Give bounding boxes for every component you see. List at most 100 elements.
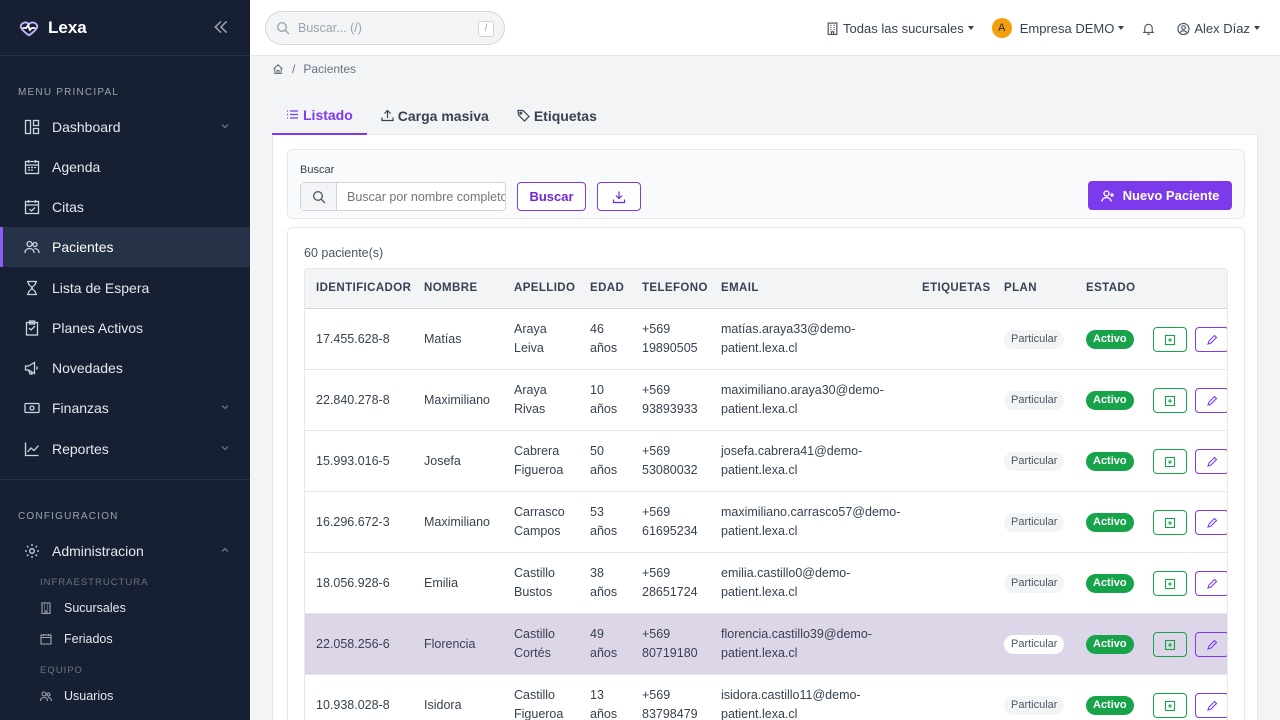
heart-pulse-logo-icon xyxy=(19,21,39,36)
cell-email: emilia.castillo0@demo-patient.lexa.cl xyxy=(721,564,850,602)
money-icon xyxy=(24,400,40,416)
apellido-1: Cabrera xyxy=(514,444,560,458)
table-row[interactable]: 17.455.628-8 Matías Araya Leiva 46 años +5… xyxy=(305,309,1227,370)
tag-icon xyxy=(517,109,530,122)
view-record-button[interactable] xyxy=(1153,510,1187,535)
sidebar-item-planes-activos[interactable]: Planes Activos xyxy=(0,308,250,348)
sidebar-item-lista-espera[interactable]: Lista de Espera xyxy=(0,268,250,308)
tab-listado[interactable]: Listado xyxy=(272,96,367,135)
cell-apellido: Castillo Bustos xyxy=(514,564,555,602)
status-badge: Activo xyxy=(1086,513,1134,532)
apellido-2: Cortés xyxy=(514,646,551,660)
tab-etiquetas[interactable]: Etiquetas xyxy=(503,96,611,135)
cell-id: 18.056.928-6 xyxy=(316,576,390,590)
edit-button[interactable] xyxy=(1195,632,1227,657)
sidebar-item-feriados[interactable]: Feriados xyxy=(40,632,113,646)
column-header[interactable]: ETIQUETAS xyxy=(922,282,991,294)
email-part-2: patient.lexa.cl xyxy=(721,463,798,477)
table-row[interactable]: 22.840.278-8 Maximiliano Araya Rivas 10 añ… xyxy=(305,370,1227,431)
cell-id: 16.296.672-3 xyxy=(316,515,390,529)
column-header[interactable]: EMAIL xyxy=(721,282,759,294)
sidebar-item-administracion[interactable]: Administracion xyxy=(0,531,250,571)
search-icon xyxy=(301,183,337,210)
cell-email: maximiliano.carrasco57@demo-patient.lexa… xyxy=(721,503,900,541)
edad-unit: años xyxy=(590,463,618,477)
plan-badge: Particular xyxy=(1004,696,1065,715)
global-search[interactable]: Buscar... (/) / xyxy=(265,11,505,45)
company-selector[interactable]: A Empresa DEMO xyxy=(991,18,1125,38)
apellido-1: Araya xyxy=(514,383,547,397)
table-row[interactable]: 16.296.672-3 Maximiliano Carrasco Campos … xyxy=(305,492,1227,553)
apellido-2: Figueroa xyxy=(514,707,564,720)
brand[interactable]: Lexa xyxy=(0,0,250,56)
phone-number: 61695234 xyxy=(642,524,698,538)
tab-label: Etiquetas xyxy=(533,107,597,124)
new-patient-button[interactable]: Nuevo Paciente xyxy=(1088,181,1232,210)
branch-selector[interactable]: Todas las sucursales xyxy=(826,21,974,36)
file-icon xyxy=(1164,578,1176,589)
edad-value: 53 xyxy=(590,505,604,519)
notifications-button[interactable] xyxy=(1142,22,1159,35)
sidebar-item-reportes[interactable]: Reportes xyxy=(0,429,250,469)
edad-value: 10 xyxy=(590,383,604,397)
patient-search-group xyxy=(300,182,506,211)
home-icon[interactable] xyxy=(272,63,284,75)
edit-button[interactable] xyxy=(1195,388,1227,413)
search-button[interactable]: Buscar xyxy=(517,182,586,211)
user-name: Alex Díaz xyxy=(1194,20,1250,36)
column-header[interactable]: ESTADO xyxy=(1086,282,1135,294)
edit-button[interactable] xyxy=(1195,510,1227,535)
view-record-button[interactable] xyxy=(1153,449,1187,474)
column-header[interactable]: APELLIDO xyxy=(514,282,575,294)
sidebar-item-agenda[interactable]: Agenda xyxy=(0,147,250,187)
calendar-check-icon xyxy=(24,199,40,215)
sidebar-item-usuarios[interactable]: Usuarios xyxy=(40,689,113,703)
view-record-button[interactable] xyxy=(1153,571,1187,596)
apellido-2: Leiva xyxy=(514,341,544,355)
patient-search-input[interactable] xyxy=(337,183,505,210)
column-header[interactable]: IDENTIFICADOR xyxy=(316,282,411,294)
view-record-button[interactable] xyxy=(1153,388,1187,413)
column-header[interactable]: NOMBRE xyxy=(424,282,478,294)
sidebar-item-label: Pacientes xyxy=(52,239,114,255)
cell-telefono: +569 53080032 xyxy=(642,442,698,480)
edit-button[interactable] xyxy=(1195,693,1227,718)
tab-label: Listado xyxy=(303,106,353,123)
menu-section-label: MENU PRINCIPAL xyxy=(18,87,120,98)
apellido-2: Rivas xyxy=(514,402,546,416)
table-row[interactable]: 10.938.028-8 Isidora Castillo Figueroa 13… xyxy=(305,675,1227,720)
view-record-button[interactable] xyxy=(1153,632,1187,657)
edit-button[interactable] xyxy=(1195,571,1227,596)
sidebar-item-citas[interactable]: Citas xyxy=(0,187,250,227)
column-header[interactable]: PLAN xyxy=(1004,282,1037,294)
tab-label: Carga masiva xyxy=(397,107,489,124)
collapse-sidebar-icon[interactable] xyxy=(212,18,230,36)
table-row[interactable]: 15.993.016-5 Josefa Cabrera Figueroa 50 añ… xyxy=(305,431,1227,492)
view-record-button[interactable] xyxy=(1153,327,1187,352)
company-avatar: A xyxy=(991,18,1012,38)
sidebar-item-dashboard[interactable]: Dashboard xyxy=(0,107,250,147)
table-header: IDENTIFICADOR NOMBRE APELLIDO EDAD TELEF… xyxy=(305,269,1227,309)
view-record-button[interactable] xyxy=(1153,693,1187,718)
sidebar-item-sucursales[interactable]: Sucursales xyxy=(40,601,126,615)
download-button[interactable] xyxy=(597,182,641,211)
branch-selector-label: Todas las sucursales xyxy=(843,20,964,36)
sidebar-item-pacientes[interactable]: Pacientes xyxy=(0,227,250,267)
plan-badge: Particular xyxy=(1004,452,1065,471)
sidebar-item-novedades[interactable]: Novedades xyxy=(0,348,250,388)
table-row[interactable]: 18.056.928-6 Emilia Castillo Bustos 38 año… xyxy=(305,553,1227,614)
user-menu[interactable]: Alex Díaz xyxy=(1177,21,1260,36)
sidebar: Lexa MENU PRINCIPAL Dashboard Agenda Cit… xyxy=(0,0,250,720)
upload-icon xyxy=(381,109,394,122)
table-row-highlighted[interactable]: 22.058.256-6 Florencia Castillo Cortés 49… xyxy=(305,614,1227,675)
edit-button[interactable] xyxy=(1195,327,1227,352)
status-badge: Activo xyxy=(1086,452,1134,471)
patients-table: IDENTIFICADOR NOMBRE APELLIDO EDAD TELEF… xyxy=(304,268,1228,720)
tab-carga-masiva[interactable]: Carga masiva xyxy=(367,96,503,135)
column-header[interactable]: TELEFONO xyxy=(642,282,708,294)
pencil-icon xyxy=(1207,334,1218,345)
status-badge: Activo xyxy=(1086,574,1134,593)
edit-button[interactable] xyxy=(1195,449,1227,474)
sidebar-item-finanzas[interactable]: Finanzas xyxy=(0,388,250,428)
column-header[interactable]: EDAD xyxy=(590,282,624,294)
